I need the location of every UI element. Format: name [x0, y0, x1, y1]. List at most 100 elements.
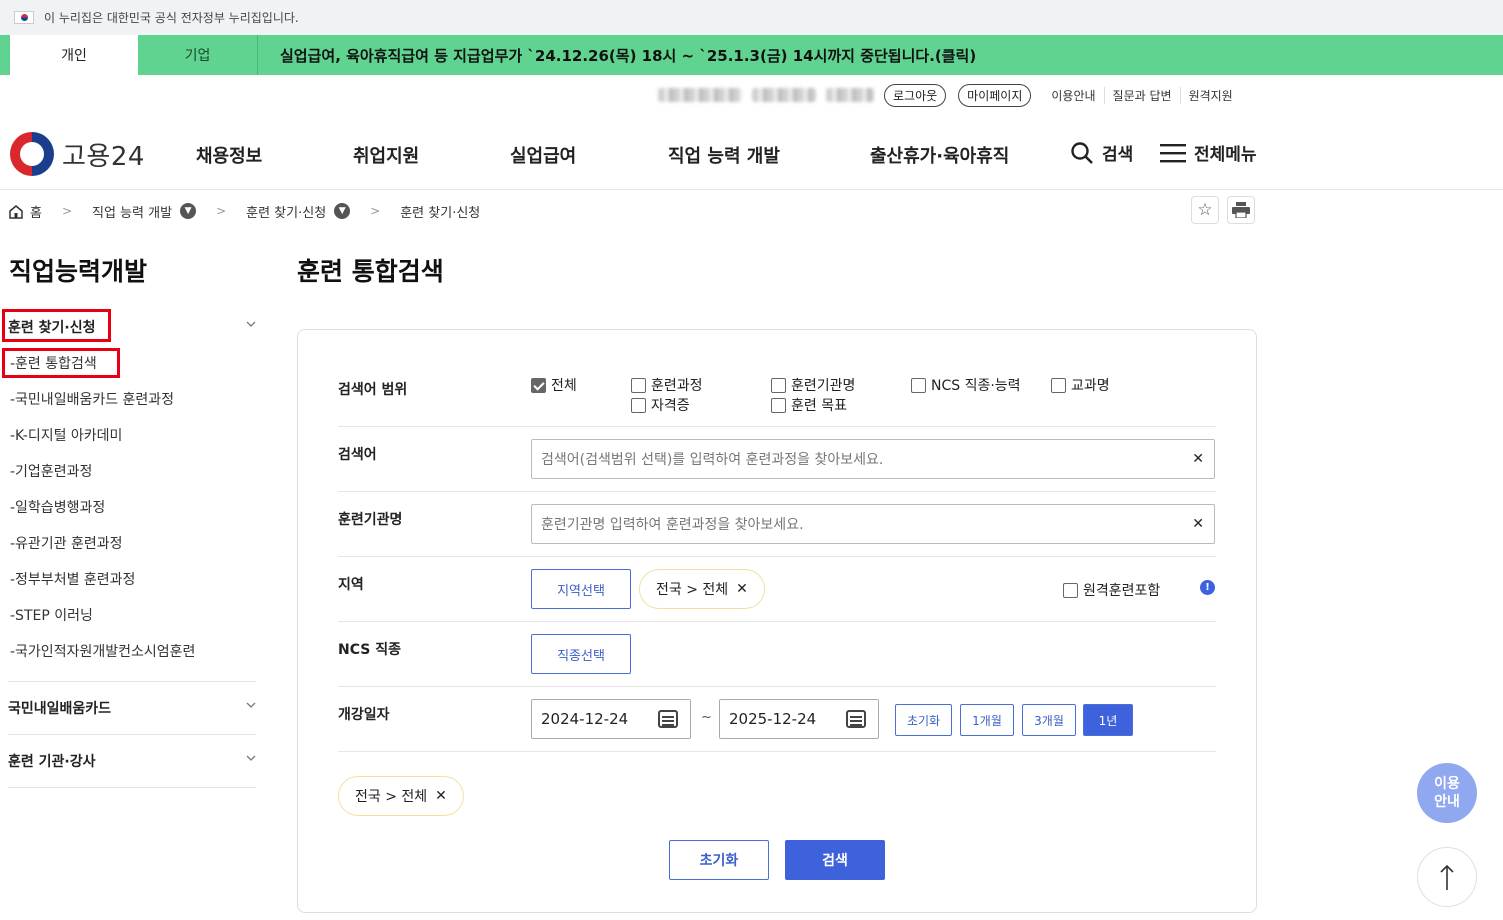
util-link-remote[interactable]: 원격지원 — [1179, 86, 1241, 104]
clear-icon[interactable]: ✕ — [1192, 516, 1204, 532]
notice-message-link[interactable]: 실업급여, 육아휴직급여 등 지급업무가 `24.12.26(목) 18시 ~ … — [280, 45, 976, 66]
close-icon[interactable]: ✕ — [736, 581, 748, 597]
all-menu-button[interactable]: 전체메뉴 — [1160, 140, 1257, 165]
sidebar-title: 직업능력개발 — [9, 257, 148, 286]
breadcrumb-level2[interactable]: 훈련 찾기·신청 — [246, 202, 326, 221]
logo-text: 고용24 — [62, 141, 145, 172]
info-icon[interactable]: ! — [1200, 580, 1215, 595]
gnb-unemployment-benefit[interactable]: 실업급여 — [510, 142, 576, 168]
dropdown-icon[interactable]: ▼ — [334, 203, 351, 219]
util-bar: 로그아웃 마이페이지 이용안내 질문과 답변 원격지원 — [658, 83, 1241, 107]
clear-icon[interactable]: ✕ — [1192, 451, 1204, 467]
breadcrumb-level3: 훈련 찾기·신청 — [400, 205, 481, 221]
start-date-input[interactable]: 2024-12-24 — [531, 699, 691, 739]
divider — [338, 491, 1216, 492]
selected-filter-label: 전국 > 전체 — [355, 789, 428, 805]
breadcrumb-level1[interactable]: 직업 능력 개발 — [92, 202, 172, 221]
checkbox-label: 원격훈련포함 — [1083, 583, 1161, 599]
site-logo[interactable]: 고용24 — [10, 132, 145, 176]
gov-banner: 이 누리집은 대한민국 공식 전자정부 누리집입니다. — [0, 0, 1503, 35]
date-reset-button[interactable]: 초기화 — [895, 704, 952, 736]
keyword-placeholder: 검색어(검색범위 선택)를 입력하여 훈련과정을 찾아보세요. — [541, 452, 884, 468]
calendar-icon[interactable] — [658, 710, 678, 728]
highlight-box — [2, 348, 120, 378]
scope-ncs-checkbox[interactable]: NCS 직종·능력 — [911, 375, 1021, 395]
breadcrumb-home[interactable]: 홈 — [30, 202, 42, 221]
remote-training-checkbox[interactable]: 원격훈련포함 — [1063, 580, 1160, 600]
scope-all-checkbox[interactable]: 전체 — [531, 375, 577, 395]
logo-emblem-icon — [10, 132, 54, 176]
scope-subject-checkbox[interactable]: 교과명 — [1051, 375, 1110, 395]
korea-flag-icon — [14, 11, 34, 24]
date-1year-button[interactable]: 1년 — [1083, 704, 1133, 736]
usage-guide-button[interactable]: 이용 안내 — [1417, 763, 1477, 823]
chevron-right-icon: > — [61, 204, 73, 218]
reset-button[interactable]: 초기화 — [669, 840, 769, 880]
print-button[interactable] — [1227, 196, 1255, 224]
dropdown-icon[interactable]: ▼ — [180, 203, 197, 219]
selected-filter-chip[interactable]: 전국 > 전체 ✕ — [338, 776, 464, 816]
sidebar-item-gov-dept[interactable]: -정부부처별 훈련과정 — [10, 569, 135, 589]
gov-banner-text: 이 누리집은 대한민국 공식 전자정부 누리집입니다. — [44, 11, 299, 25]
sidebar-section-institution[interactable]: 훈련 기관·강사 — [8, 751, 256, 771]
ncs-label: NCS 직종 — [338, 642, 401, 658]
favorite-button[interactable]: ☆ — [1191, 196, 1219, 224]
usage-guide-label: 이용 — [1434, 776, 1460, 792]
sidebar-item-related-org[interactable]: -유관기관 훈련과정 — [10, 533, 123, 553]
end-date-input[interactable]: 2025-12-24 — [719, 699, 879, 739]
masked-user-info — [826, 88, 874, 102]
checkbox-label: 자격증 — [651, 398, 690, 414]
logout-button[interactable]: 로그아웃 — [884, 83, 947, 107]
gnb-skill-development[interactable]: 직업 능력 개발 — [668, 142, 780, 168]
printer-icon — [1232, 202, 1250, 218]
sidebar-item-work-study[interactable]: -일학습병행과정 — [10, 497, 105, 517]
region-label: 지역 — [338, 577, 364, 593]
gnb-employment-support[interactable]: 취업지원 — [353, 142, 419, 168]
close-icon[interactable]: ✕ — [435, 788, 447, 804]
checkbox-label: 전체 — [551, 378, 577, 394]
institution-label: 훈련기관명 — [338, 512, 403, 528]
date-tilde: ~ — [701, 710, 712, 725]
util-link-qna[interactable]: 질문과 답변 — [1103, 86, 1180, 104]
keyword-input[interactable]: 검색어(검색범위 선택)를 입력하여 훈련과정을 찾아보세요. ✕ — [531, 439, 1215, 479]
region-chip[interactable]: 전국 > 전체 ✕ — [639, 569, 765, 609]
checkbox-label: 훈련 목표 — [791, 398, 847, 414]
calendar-icon[interactable] — [846, 710, 866, 728]
region-select-button[interactable]: 지역선택 — [531, 569, 631, 609]
scope-institution-checkbox[interactable]: 훈련기관명 — [771, 375, 855, 395]
divider — [338, 686, 1216, 687]
sidebar-section-card[interactable]: 국민내일배움카드 — [8, 698, 256, 718]
divider — [338, 751, 1216, 752]
gnb-maternity-leave[interactable]: 출산휴가·육아휴직 — [870, 142, 1009, 168]
tab-company[interactable]: 기업 — [138, 35, 258, 75]
sidebar-item-step[interactable]: -STEP 이러닝 — [10, 605, 93, 625]
sidebar-item-company-training[interactable]: -기업훈련과정 — [10, 461, 92, 481]
ncs-select-button[interactable]: 직종선택 — [531, 634, 631, 674]
chevron-down-icon — [246, 321, 256, 327]
scope-course-checkbox[interactable]: 훈련과정 — [631, 375, 703, 395]
date-3month-button[interactable]: 3개월 — [1022, 704, 1076, 736]
header-search-button[interactable]: 검색 — [1070, 140, 1133, 165]
search-button[interactable]: 검색 — [785, 840, 885, 880]
tab-personal[interactable]: 개인 — [10, 35, 138, 75]
page-title: 훈련 통합검색 — [297, 257, 444, 286]
sidebar-item-consortium[interactable]: -국가인적자원개발컨소시엄훈련 — [10, 641, 195, 661]
date-1month-button[interactable]: 1개월 — [960, 704, 1014, 736]
scope-goal-checkbox[interactable]: 훈련 목표 — [771, 395, 847, 415]
chevron-right-icon: > — [370, 204, 381, 218]
sidebar-item-k-digital[interactable]: -K-디지털 아카데미 — [10, 425, 122, 445]
gnb-jobs[interactable]: 채용정보 — [196, 142, 262, 168]
scroll-top-button[interactable] — [1417, 847, 1477, 907]
sidebar-item-card-course[interactable]: -국민내일배움카드 훈련과정 — [10, 389, 174, 409]
checkbox-icon — [771, 397, 786, 413]
header-search-label: 검색 — [1102, 145, 1134, 165]
util-link-guide[interactable]: 이용안내 — [1043, 87, 1103, 104]
sidebar-section-label: 국민내일배움카드 — [8, 701, 112, 717]
institution-input[interactable]: 훈련기관명 입력하여 훈련과정을 찾아보세요. ✕ — [531, 504, 1215, 544]
mypage-button[interactable]: 마이페이지 — [958, 83, 1032, 107]
checkbox-label: 훈련기관명 — [791, 378, 856, 394]
date-label: 개강일자 — [338, 707, 390, 723]
checkbox-label: 교과명 — [1071, 378, 1110, 394]
scope-cert-checkbox[interactable]: 자격증 — [631, 395, 690, 415]
checkbox-icon — [911, 377, 926, 393]
